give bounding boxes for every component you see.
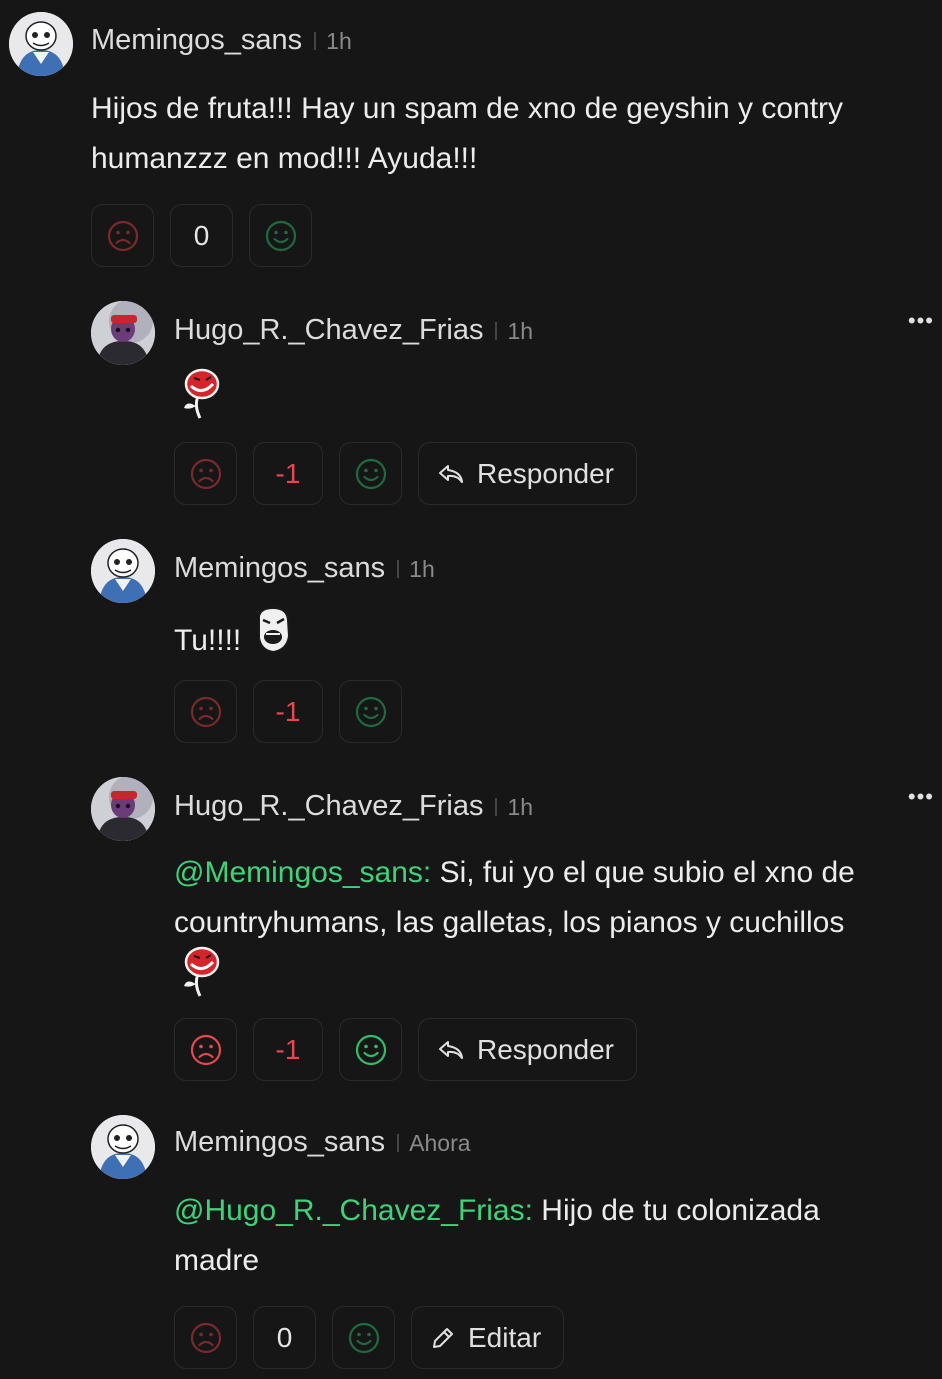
timestamp: 1h xyxy=(326,28,352,54)
timestamp: 1h xyxy=(507,318,534,344)
comment-2: Hugo_R._Chavez_Frias 1h ••• -1 Responder xyxy=(0,290,942,520)
rage-face-sticker xyxy=(253,606,293,670)
upvote-button[interactable] xyxy=(339,680,402,743)
edit-label: Editar xyxy=(468,1321,542,1353)
happy-face-icon xyxy=(355,1034,386,1065)
sad-face-icon xyxy=(190,1034,221,1065)
meta-separator xyxy=(397,560,400,578)
trollface-rose-sticker xyxy=(178,368,222,425)
reply-button[interactable]: Responder xyxy=(418,1018,637,1081)
avatar-sans[interactable] xyxy=(9,12,73,76)
comment-4: Hugo_R._Chavez_Frias 1h ••• @Memingos_sa… xyxy=(0,766,942,1096)
vote-actions: -1 Responder xyxy=(174,1018,637,1081)
trollface-rose-icon xyxy=(184,368,220,419)
avatar-hugo[interactable] xyxy=(91,777,155,841)
sad-face-icon xyxy=(190,696,221,727)
sans-avatar-icon xyxy=(91,539,155,603)
timestamp: 1h xyxy=(507,794,534,820)
username[interactable]: Memingos_sans xyxy=(91,24,302,57)
happy-face-icon xyxy=(355,696,386,727)
comment-body: @Hugo_R._Chavez_Frias: Hijo de tu coloni… xyxy=(174,1186,894,1286)
username[interactable]: Hugo_R._Chavez_Frias xyxy=(174,314,483,347)
score-display: 0 xyxy=(170,204,233,267)
happy-face-icon xyxy=(348,1322,379,1353)
upvote-button[interactable] xyxy=(339,442,402,505)
vote-actions: 0 xyxy=(91,204,312,267)
comment-body: Tu!!!! xyxy=(174,606,874,674)
downvote-button[interactable] xyxy=(174,680,237,743)
timestamp: Ahora xyxy=(409,1130,471,1156)
upvote-button[interactable] xyxy=(332,1306,395,1369)
avatar-sans[interactable] xyxy=(91,539,155,603)
score-display: -1 xyxy=(253,442,323,505)
countryhuman-avatar-icon xyxy=(91,777,155,841)
meta-separator xyxy=(397,1134,400,1152)
sad-face-icon xyxy=(190,1322,221,1353)
sans-avatar-icon xyxy=(91,1115,155,1179)
vote-actions: -1 xyxy=(174,680,402,743)
timestamp: 1h xyxy=(409,556,435,582)
vote-actions: 0 Editar xyxy=(174,1306,565,1369)
comment-meta: Memingos_sans 1h xyxy=(174,552,435,585)
sans-avatar-icon xyxy=(9,12,73,76)
edit-button[interactable]: Editar xyxy=(411,1306,565,1369)
comment-meta: Hugo_R._Chavez_Frias 1h xyxy=(174,314,533,347)
meta-separator xyxy=(314,32,317,50)
comment-meta: Memingos_sans Ahora xyxy=(174,1126,471,1159)
reply-arrow-icon xyxy=(439,464,463,483)
sad-face-icon xyxy=(190,458,221,489)
username[interactable]: Hugo_R._Chavez_Frias xyxy=(174,790,483,823)
downvote-button[interactable] xyxy=(174,1018,237,1081)
trollface-rose-icon xyxy=(184,946,220,997)
comment-text: Tu!!!! xyxy=(174,623,242,657)
downvote-button[interactable] xyxy=(174,442,237,505)
reply-arrow-icon xyxy=(439,1040,463,1059)
score-display: -1 xyxy=(253,680,323,743)
sad-face-icon xyxy=(107,220,138,251)
avatar-hugo[interactable] xyxy=(91,301,155,365)
comment-5: Memingos_sans Ahora @Hugo_R._Chavez_Fria… xyxy=(0,1104,942,1379)
more-options-button[interactable]: ••• xyxy=(908,308,934,334)
downvote-button[interactable] xyxy=(174,1306,237,1369)
comment-meta: Memingos_sans 1h xyxy=(91,24,352,57)
meta-separator xyxy=(495,798,498,816)
countryhuman-avatar-icon xyxy=(91,301,155,365)
happy-face-icon xyxy=(355,458,386,489)
upvote-button[interactable] xyxy=(249,204,312,267)
mention-link[interactable]: @Memingos_sans: xyxy=(174,856,431,889)
comment-3: Memingos_sans 1h Tu!!!! -1 xyxy=(0,530,942,750)
username[interactable]: Memingos_sans xyxy=(174,1126,385,1159)
avatar-sans[interactable] xyxy=(91,1115,155,1179)
downvote-button[interactable] xyxy=(91,204,154,267)
upvote-button[interactable] xyxy=(339,1018,402,1081)
mention-link[interactable]: @Hugo_R._Chavez_Frias: xyxy=(174,1194,533,1227)
username[interactable]: Memingos_sans xyxy=(174,552,385,585)
comment-meta: Hugo_R._Chavez_Frias 1h xyxy=(174,790,533,823)
score-display: -1 xyxy=(253,1018,323,1081)
reply-label: Responder xyxy=(477,1033,614,1065)
reply-label: Responder xyxy=(477,457,614,489)
happy-face-icon xyxy=(265,220,296,251)
pencil-icon xyxy=(433,1327,453,1348)
reply-button[interactable]: Responder xyxy=(418,442,637,505)
more-options-button[interactable]: ••• xyxy=(908,784,934,810)
score-display: 0 xyxy=(253,1306,316,1369)
vote-actions: -1 Responder xyxy=(174,442,637,505)
rage-face-icon xyxy=(258,606,291,654)
trollface-rose-sticker xyxy=(178,946,222,1003)
comment-body: @Memingos_sans: Si, fui yo el que subio … xyxy=(174,848,914,948)
meta-separator xyxy=(495,322,498,340)
comment-text: Hijos de fruta!!! Hay un spam de xno de … xyxy=(91,92,844,175)
comment-1: Memingos_sans 1h Hijos de fruta!!! Hay u… xyxy=(0,0,942,280)
